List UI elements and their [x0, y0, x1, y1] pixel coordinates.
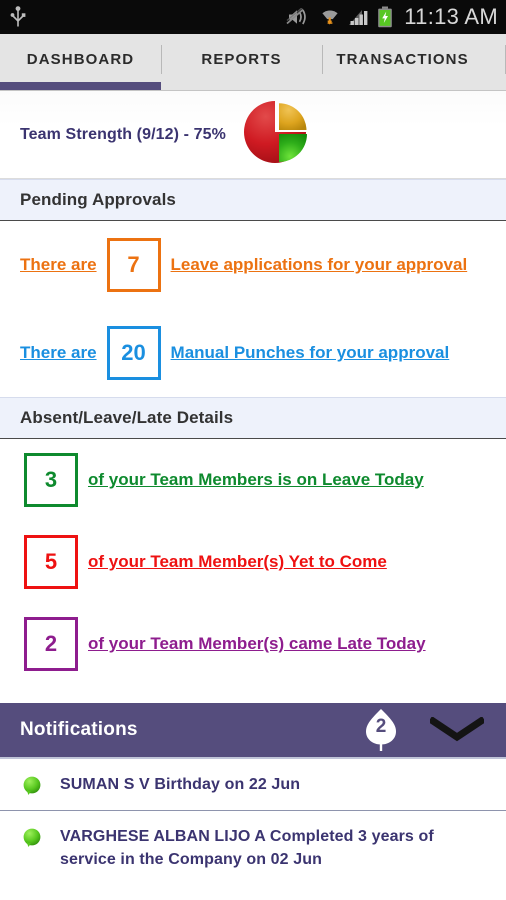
row-on-leave-today[interactable]: 3 of your Team Members is on Leave Today	[0, 439, 506, 521]
row-punch-prefix[interactable]: There are	[20, 343, 97, 363]
section-header-absent-leave-late: Absent/Leave/Late Details	[0, 397, 506, 439]
section-header-pending-approvals: Pending Approvals	[0, 179, 506, 221]
chevron-down-icon[interactable]	[430, 717, 484, 743]
row-yet-to-come-label[interactable]: of your Team Member(s) Yet to Come	[88, 552, 387, 572]
signal-bars-icon	[348, 8, 370, 26]
row-leave-applications[interactable]: There are 7 Leave applications for your …	[0, 221, 506, 309]
tab-reports[interactable]: REPORTS	[161, 34, 322, 90]
row-yet-to-come[interactable]: 5 of your Team Member(s) Yet to Come	[0, 521, 506, 603]
notification-count: 2	[375, 716, 387, 737]
team-strength-label: Team Strength (9/12) - 75%	[20, 125, 226, 143]
row-yet-to-come-count[interactable]: 5	[24, 535, 78, 589]
row-came-late[interactable]: 2 of your Team Member(s) came Late Today	[0, 603, 506, 685]
absent-leave-late-rows: 3 of your Team Members is on Leave Today…	[0, 439, 506, 685]
team-strength-panel[interactable]: Team Strength (9/12) - 75%	[0, 91, 506, 179]
row-came-late-count[interactable]: 2	[24, 617, 78, 671]
tab-dashboard-label: DASHBOARD	[26, 50, 135, 68]
list-item[interactable]: SUMAN S V Birthday on 22 Jun	[0, 759, 506, 812]
list-item[interactable]: VARGHESE ALBAN LIJO A Completed 3 years …	[0, 811, 506, 885]
team-strength-pie-chart	[243, 99, 310, 170]
status-bar-left	[10, 6, 286, 28]
tab-overflow-edge[interactable]	[483, 34, 506, 90]
notification-text: SUMAN S V Birthday on 22 Jun	[60, 776, 301, 793]
status-bar-right: 11:13 AM	[286, 4, 498, 30]
section-title: Absent/Leave/Late Details	[20, 408, 234, 427]
row-punch-label[interactable]: Manual Punches for your approval	[171, 343, 450, 363]
notifications-list: SUMAN S V Birthday on 22 Jun VARGHESE AL…	[0, 759, 506, 886]
row-leave-prefix[interactable]: There are	[20, 255, 97, 275]
row-on-leave-count[interactable]: 3	[24, 453, 78, 507]
notifications-title: Notifications	[20, 719, 138, 740]
row-punch-count[interactable]: 20	[106, 326, 161, 380]
green-dot-icon	[22, 828, 42, 848]
notification-count-badge: 2	[364, 708, 398, 752]
status-bar: 11:13 AM	[0, 0, 506, 34]
notifications-header[interactable]: Notifications 2	[0, 703, 506, 759]
battery-charging-icon	[377, 6, 393, 28]
tab-bar: DASHBOARD REPORTS TRANSACTIONS	[0, 34, 506, 91]
tab-dashboard[interactable]: DASHBOARD	[0, 34, 161, 90]
row-came-late-label[interactable]: of your Team Member(s) came Late Today	[88, 634, 426, 654]
tab-reports-label: REPORTS	[201, 50, 282, 68]
mute-icon	[286, 8, 312, 26]
wifi-download-icon	[319, 7, 341, 27]
row-on-leave-label[interactable]: of your Team Members is on Leave Today	[88, 470, 424, 490]
tab-transactions-label: TRANSACTIONS	[336, 50, 469, 68]
usb-icon	[10, 6, 26, 28]
section-title: Pending Approvals	[20, 190, 176, 209]
tab-transactions[interactable]: TRANSACTIONS	[322, 34, 483, 90]
row-leave-label[interactable]: Leave applications for your approval	[171, 255, 468, 275]
row-manual-punches[interactable]: There are 20 Manual Punches for your app…	[0, 309, 506, 397]
row-leave-count[interactable]: 7	[106, 238, 161, 292]
pending-approvals-rows: There are 7 Leave applications for your …	[0, 221, 506, 397]
green-dot-icon	[22, 776, 42, 796]
status-bar-clock: 11:13 AM	[404, 4, 498, 29]
notification-text: VARGHESE ALBAN LIJO A Completed 3 years …	[60, 828, 434, 869]
